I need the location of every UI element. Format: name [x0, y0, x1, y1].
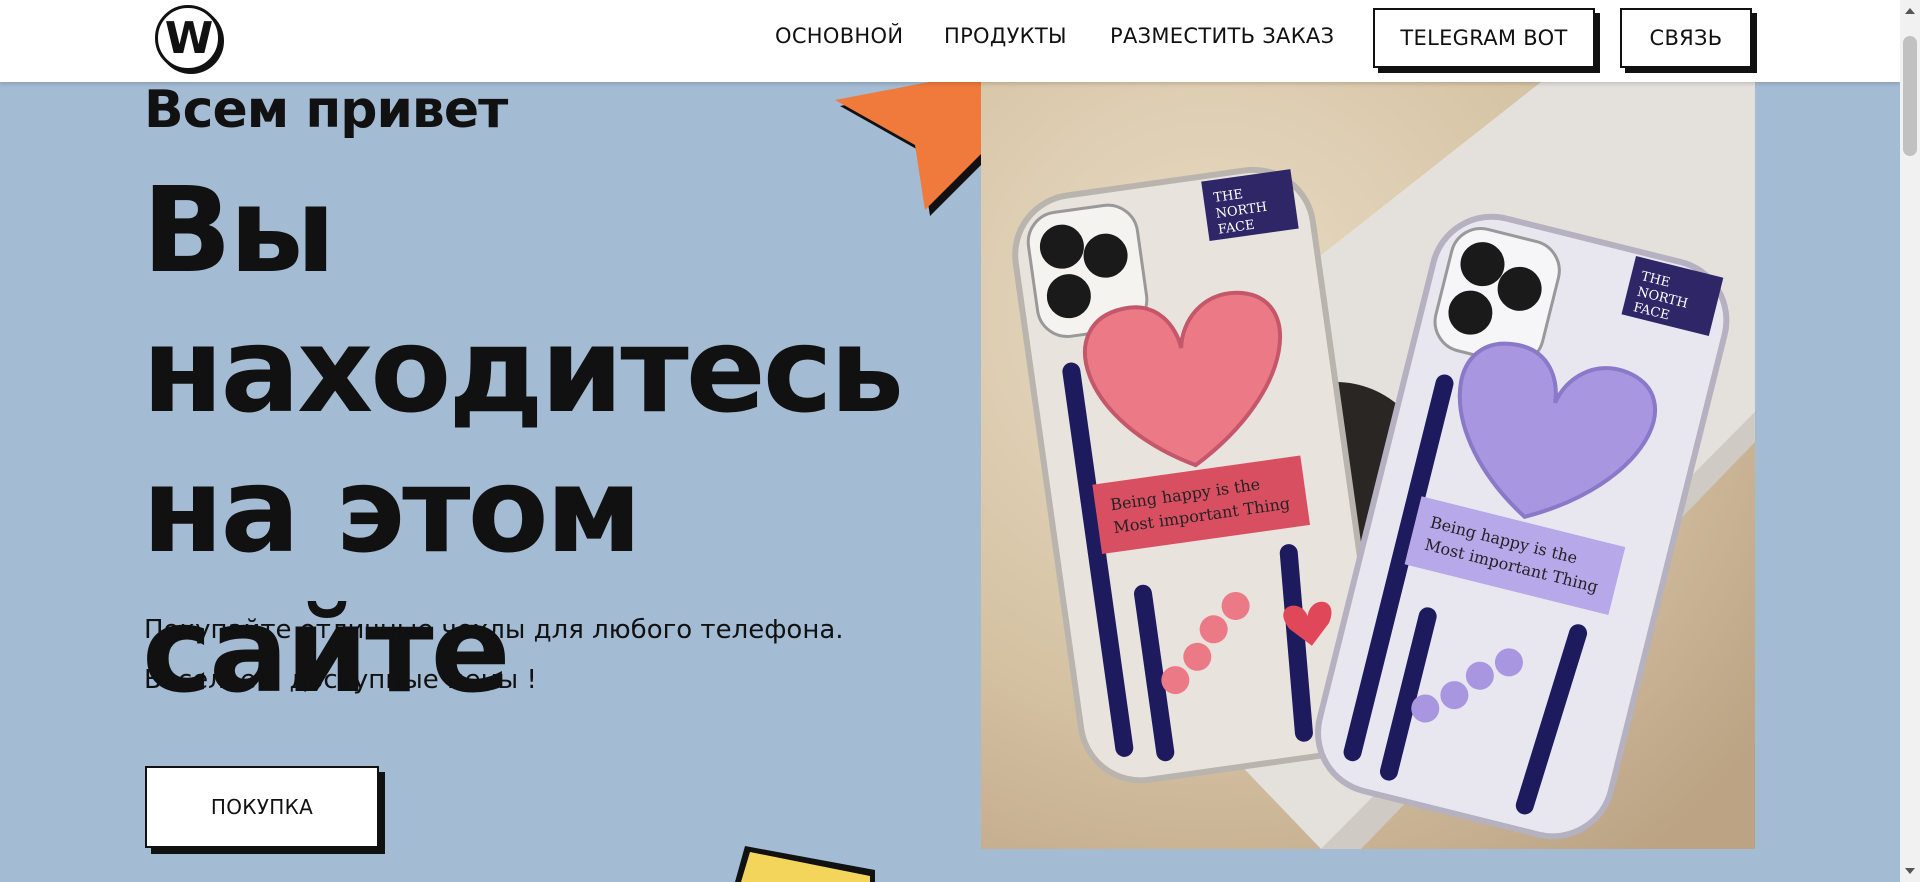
hero-subtext: Покупайте отличные чехлы для любого теле… [144, 605, 904, 705]
yellow-shape-decoration [735, 846, 875, 882]
scroll-down-arrow-icon[interactable] [1905, 868, 1915, 874]
logo-letter: W [164, 12, 214, 64]
hero-subtext-line-2: Веселье и доступные цены ! [144, 665, 537, 695]
logo[interactable]: W [155, 5, 221, 71]
hero-subtext-line-1: Покупайте отличные чехлы для любого теле… [144, 615, 844, 645]
telegram-bot-button[interactable]: TELEGRAM BOT [1373, 8, 1595, 68]
nav-products[interactable]: ПРОДУКТЫ [944, 24, 1067, 48]
site-header: W ОСНОВНОЙ ПРОДУКТЫ РАЗМЕСТИТЬ ЗАКАЗ TEL… [0, 0, 1900, 82]
product-photo: THE NORTH FACE Being happy is the Most i… [981, 82, 1755, 849]
scroll-up-arrow-icon[interactable] [1905, 8, 1915, 14]
contact-button[interactable]: СВЯЗЬ [1620, 8, 1752, 68]
nav-home[interactable]: ОСНОВНОЙ [775, 24, 903, 48]
phone-cases-image: THE NORTH FACE Being happy is the Most i… [981, 82, 1755, 849]
scroll-thumb[interactable] [1903, 36, 1917, 156]
nav-place-order[interactable]: РАЗМЕСТИТЬ ЗАКАЗ [1110, 24, 1334, 48]
page-scrollbar[interactable] [1900, 0, 1920, 882]
buy-button[interactable]: ПОКУПКА [145, 766, 379, 848]
hero-greeting: Всем привет [144, 80, 508, 140]
